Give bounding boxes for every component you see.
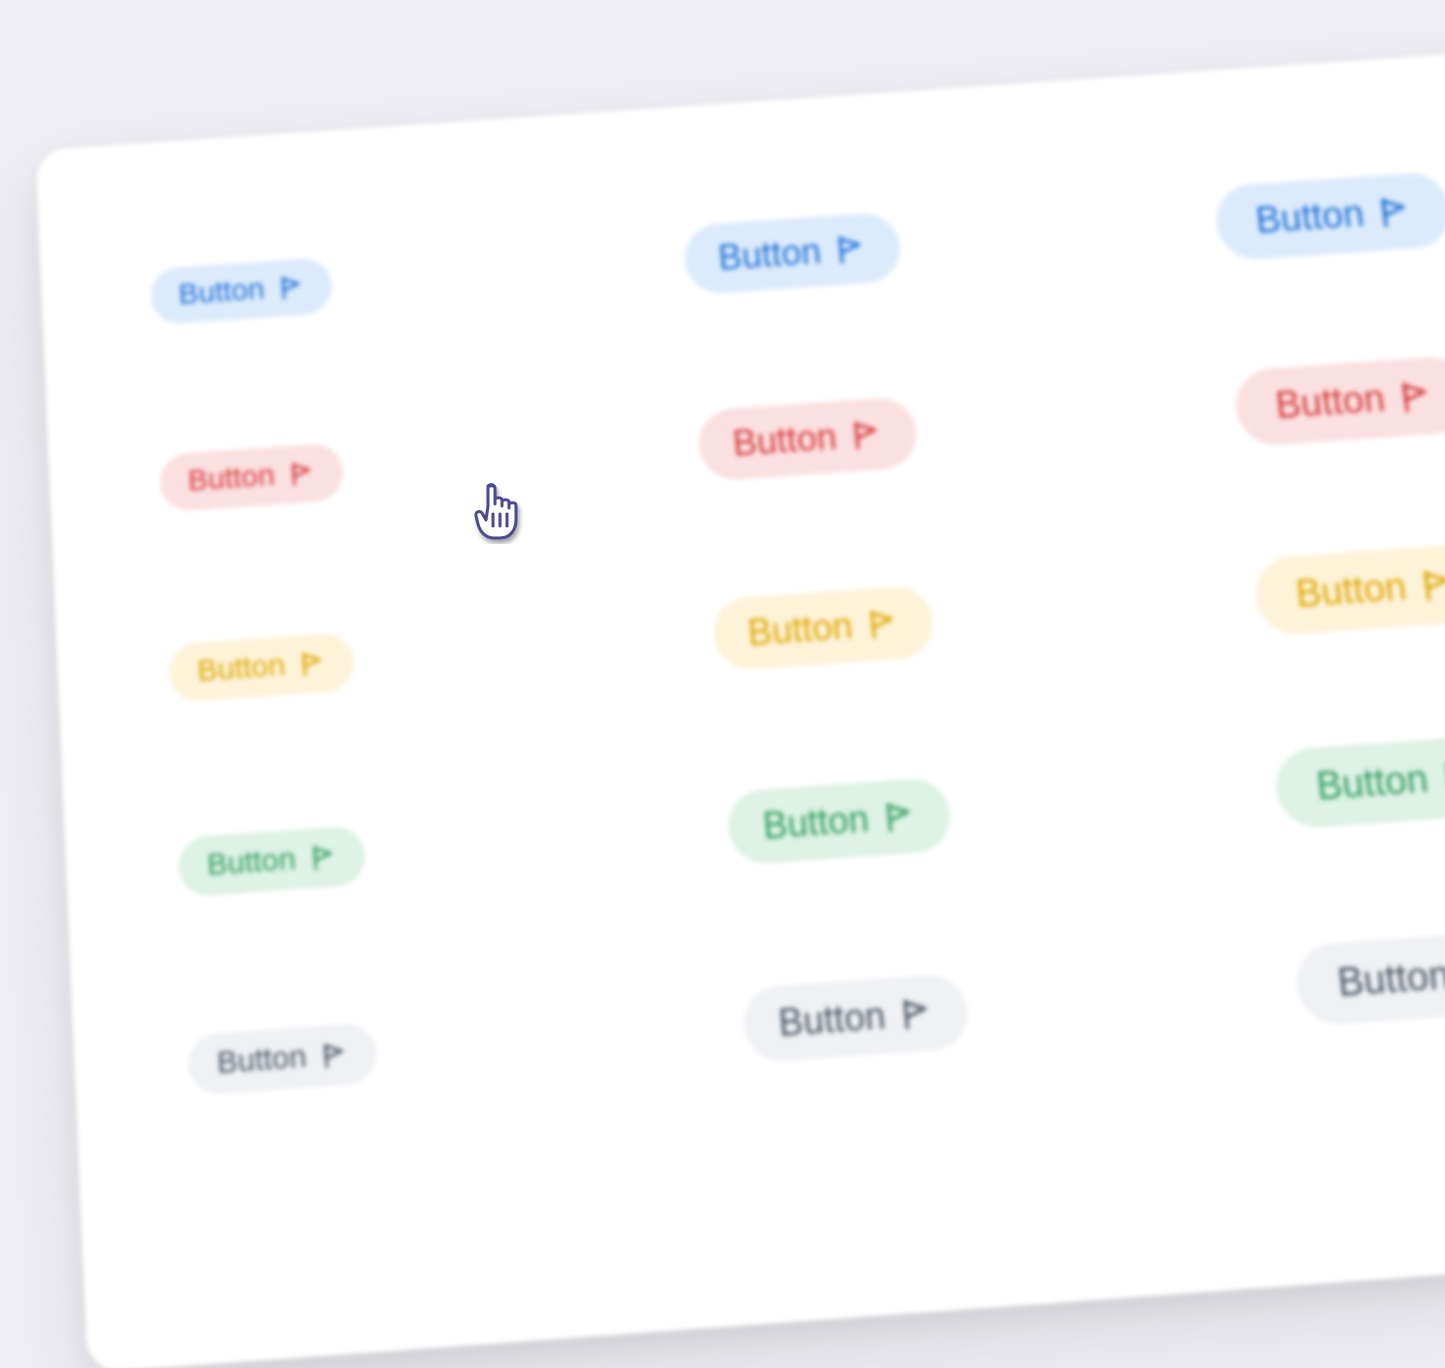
- flag-icon: [863, 606, 900, 643]
- cursor-pointer-icon: [468, 480, 524, 544]
- flag-icon: [276, 273, 305, 302]
- flag-icon: [896, 995, 934, 1033]
- button-gray-sm[interactable]: Button: [187, 1022, 378, 1096]
- button-label: Button: [216, 1041, 307, 1079]
- button-blue-md[interactable]: Button: [682, 211, 903, 295]
- card: Button Button Button Button Button: [35, 37, 1445, 1368]
- button-label: Button: [777, 997, 887, 1042]
- flag-icon: [1395, 378, 1435, 416]
- button-label: Button: [178, 275, 265, 310]
- button-label: Button: [762, 801, 871, 845]
- button-label: Button: [1315, 760, 1430, 807]
- button-green-lg[interactable]: Button: [1272, 733, 1445, 830]
- button-gray-md[interactable]: Button: [741, 972, 971, 1063]
- flag-icon: [296, 649, 326, 679]
- button-red-lg[interactable]: Button: [1232, 355, 1445, 448]
- flag-icon: [307, 842, 337, 873]
- button-yellow-md[interactable]: Button: [711, 584, 936, 672]
- button-red-sm[interactable]: Button: [159, 442, 345, 512]
- button-grid: Button Button Button Button Button: [147, 111, 1445, 1161]
- button-blue-sm[interactable]: Button: [150, 257, 334, 326]
- button-yellow-sm[interactable]: Button: [168, 632, 356, 703]
- button-red-md[interactable]: Button: [696, 396, 919, 482]
- button-label: Button: [746, 608, 854, 652]
- stage: Button Button Button Button Button: [0, 0, 1445, 1084]
- flag-icon: [286, 459, 316, 489]
- button-label: Button: [187, 461, 275, 497]
- flag-icon: [847, 417, 884, 453]
- button-yellow-lg[interactable]: Button: [1252, 542, 1445, 637]
- button-label: Button: [1336, 956, 1445, 1004]
- button-green-md[interactable]: Button: [726, 776, 954, 866]
- button-label: Button: [1254, 196, 1366, 240]
- button-label: Button: [717, 234, 822, 276]
- button-label: Button: [206, 844, 296, 881]
- button-label: Button: [1274, 380, 1387, 425]
- button-label: Button: [1294, 568, 1408, 614]
- button-green-sm[interactable]: Button: [177, 825, 367, 898]
- button-label: Button: [732, 419, 839, 462]
- flag-icon: [1416, 566, 1445, 605]
- button-blue-lg[interactable]: Button: [1213, 171, 1445, 262]
- flag-icon: [880, 798, 918, 835]
- flag-icon: [1438, 758, 1445, 797]
- button-gray-lg[interactable]: Button: [1293, 929, 1445, 1028]
- flag-icon: [1374, 194, 1413, 231]
- button-label: Button: [197, 651, 286, 687]
- flag-icon: [318, 1040, 348, 1071]
- flag-icon: [831, 232, 867, 267]
